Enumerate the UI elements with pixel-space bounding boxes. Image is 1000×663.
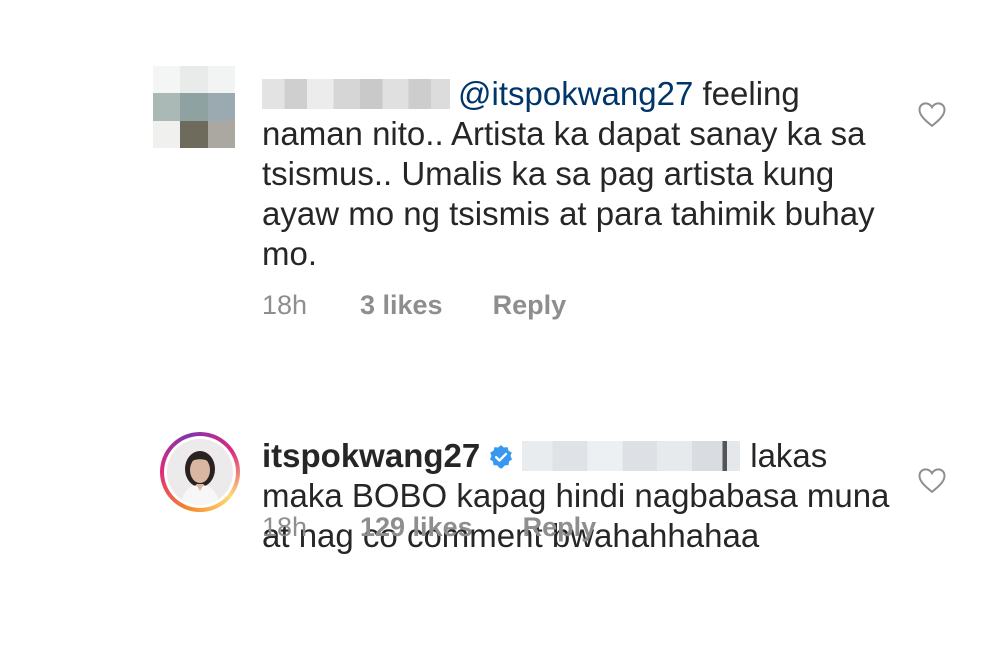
mention-link[interactable]: @itspokwang27 <box>458 75 693 112</box>
timestamp: 18h <box>262 290 308 320</box>
comment-text-block: @itspokwang27 feeling naman nito.. Artis… <box>262 74 892 274</box>
reply-button[interactable]: Reply <box>523 512 597 543</box>
reply-button[interactable]: Reply <box>493 290 567 321</box>
heart-outline-icon[interactable] <box>917 100 947 128</box>
avatar[interactable] <box>160 432 240 512</box>
verified-badge-icon <box>490 445 513 469</box>
avatar[interactable] <box>153 66 235 148</box>
username-link[interactable]: itspokwang27 <box>262 437 480 474</box>
timestamp: 18h <box>262 512 308 542</box>
redacted-username[interactable] <box>262 79 450 109</box>
likes-count[interactable]: 3 likes <box>360 290 443 321</box>
heart-outline-icon[interactable] <box>917 466 947 494</box>
likes-count[interactable]: 129 likes <box>360 512 473 543</box>
comment-meta: 18h 3 likes Reply <box>262 290 566 321</box>
person-portrait-icon <box>167 439 233 505</box>
profile-photo <box>167 439 233 505</box>
comment-meta: 18h 129 likes Reply <box>262 512 596 543</box>
redacted-mention[interactable] <box>522 441 741 471</box>
